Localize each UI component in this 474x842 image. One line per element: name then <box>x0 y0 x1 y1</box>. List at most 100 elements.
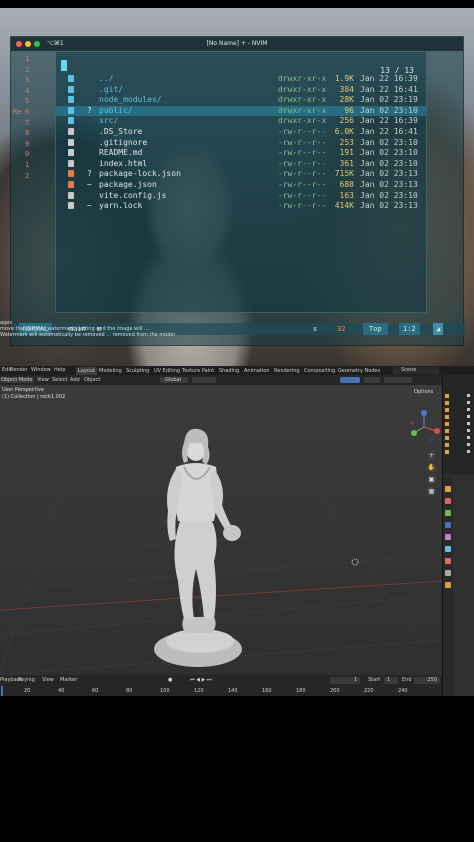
menu-help[interactable]: Help <box>54 366 65 375</box>
explorer-row[interactable]: index.html -rw-r--r-- 361 Jan 02 23:10 <box>56 159 426 169</box>
menu-render[interactable]: Render <box>10 366 28 375</box>
property-tab-icon[interactable] <box>445 510 451 516</box>
property-tab-icon[interactable] <box>445 522 451 528</box>
timeline-editor[interactable]: Playback Keying View Marker ● ⏮ ◀ ▶ ⏭ 1 … <box>0 675 442 696</box>
file-permissions: -rw-r--r-- <box>278 137 327 147</box>
shading-modes-icon[interactable] <box>384 377 412 383</box>
options-button[interactable]: Options <box>414 389 433 395</box>
mode-dropdown[interactable]: Object Mode <box>1 375 33 385</box>
properties-panel[interactable] <box>442 476 474 696</box>
property-tab-icon[interactable] <box>445 570 451 576</box>
visibility-icon[interactable] <box>467 422 470 425</box>
start-frame-field[interactable]: 1 <box>384 677 398 684</box>
outliner-row[interactable] <box>445 393 473 399</box>
property-tab-icon[interactable] <box>445 546 451 552</box>
frame-tick-label: 200 <box>330 688 340 694</box>
explorer-row[interactable]: node_modules/drwxr-xr-x 28K Jan 02 23:19 <box>56 95 426 105</box>
visibility-icon[interactable] <box>467 394 470 397</box>
menu-add[interactable]: Add <box>70 375 80 385</box>
tab-layout[interactable]: Layout <box>76 367 97 375</box>
explorer-row[interactable]: .DS_Store -rw-r--r-- 6.0K Jan 22 16:41 <box>56 127 426 137</box>
explorer-row[interactable]: ? public/drwxr-xr-x 96 Jan 02 23:10 <box>56 105 426 116</box>
visibility-icon[interactable] <box>467 429 470 432</box>
property-tab-icon[interactable] <box>445 486 451 492</box>
property-tab-icon[interactable] <box>445 558 451 564</box>
statue-model[interactable] <box>140 421 260 671</box>
pan-hand-icon[interactable]: ✋ <box>427 463 436 472</box>
tab-animation[interactable]: Animation <box>242 367 272 375</box>
camera-icon[interactable]: ▣ <box>427 475 436 484</box>
grid-icon[interactable]: ▦ <box>427 487 436 496</box>
explorer-row[interactable]: vite.config.js -rw-r--r-- 163 Jan 02 23:10 <box>56 191 426 201</box>
tab-sculpting[interactable]: Sculpting <box>124 367 151 375</box>
outliner-row[interactable] <box>445 414 473 420</box>
explorer-row[interactable]: ? package-lock.json -rw-r--r-- 715K Jan 02 2… <box>56 169 426 179</box>
overlay-toggle-icon[interactable] <box>340 377 360 383</box>
visibility-icon[interactable] <box>467 415 470 418</box>
terminal-titlebar[interactable]: ⌥⌘1 [No Name] + - NVIM <box>11 37 463 51</box>
outliner-row[interactable] <box>445 442 473 448</box>
viewport-info: User Perspective (1) Collection | rock1.… <box>2 387 65 401</box>
3d-viewport[interactable]: User Perspective (1) Collection | rock1.… <box>0 385 442 675</box>
explorer-row[interactable]: .gitignore -rw-r--r-- 253 Jan 02 23:10 <box>56 138 426 148</box>
menu-window[interactable]: Window <box>31 366 51 375</box>
tab-compositing[interactable]: Compositing <box>302 367 337 375</box>
tab-uv-editing[interactable]: UV Editing <box>152 367 182 375</box>
blender-window[interactable]: Edit Render Window Help Layout Modeling … <box>0 366 474 696</box>
menu-keying[interactable]: Keying <box>18 676 35 685</box>
explorer-row[interactable]: README.md -rw-r--r-- 191 Jan 02 23:10 <box>56 148 426 158</box>
tab-geometry-nodes[interactable]: Geometry Nodes <box>336 367 382 375</box>
outliner-row[interactable] <box>445 421 473 427</box>
zoom-icon[interactable]: + <box>427 451 436 460</box>
file-permissions: drwxr-xr-x <box>278 95 327 105</box>
menu-marker[interactable]: Marker <box>60 676 77 685</box>
menu-select[interactable]: Select <box>52 375 67 385</box>
outliner-panel[interactable] <box>442 375 474 475</box>
playback-controls-icon[interactable]: ⏮ ◀ ▶ ⏭ <box>190 676 211 685</box>
property-tab-icon[interactable] <box>445 534 451 540</box>
navigation-gizmo-icon[interactable] <box>404 407 442 447</box>
file-explorer-popup[interactable]: 13 / 13 ../drwxr-xr-x 1.9K Jan 22 16:39 .gi… <box>55 51 427 313</box>
file-icon <box>68 181 74 188</box>
line-number: 2 <box>25 171 30 180</box>
property-tab-icon[interactable] <box>445 582 451 588</box>
frame-ruler[interactable]: 20 40 60 80 100 120 140 160 180 200 220 240 <box>0 686 442 696</box>
outliner-row[interactable] <box>445 435 473 441</box>
pivot-icons[interactable] <box>192 377 216 383</box>
tab-rendering[interactable]: Rendering <box>272 367 302 375</box>
orientation-dropdown[interactable]: Global <box>165 375 181 385</box>
explorer-row[interactable]: .git/drwxr-xr-x 384 Jan 22 16:41 <box>56 85 426 95</box>
menu-view[interactable]: View <box>42 676 54 685</box>
explorer-row[interactable]: ~ package.json -rw-r--r-- 688 Jan 02 23:13 <box>56 180 426 190</box>
tab-shading[interactable]: Shading <box>217 367 241 375</box>
visibility-icon[interactable] <box>467 401 470 404</box>
visibility-icon[interactable] <box>467 450 470 453</box>
visibility-icon[interactable] <box>467 436 470 439</box>
visibility-icon[interactable] <box>467 443 470 446</box>
end-frame-field[interactable]: 250 <box>414 677 440 684</box>
explorer-row[interactable]: ~ yarn.lock -rw-r--r-- 414K Jan 02 23:13 <box>56 201 426 211</box>
tab-texture-paint[interactable]: Texture Paint <box>180 367 216 375</box>
current-frame-field[interactable]: 1 <box>330 677 360 684</box>
outliner-row[interactable] <box>445 407 473 413</box>
outliner-row[interactable] <box>445 400 473 406</box>
explorer-row[interactable]: src/drwxr-xr-x 256 Jan 22 16:39 <box>56 116 426 126</box>
playhead[interactable] <box>1 686 3 696</box>
record-icon[interactable]: ● <box>168 676 172 685</box>
outliner-row[interactable] <box>445 428 473 434</box>
file-name: node_modules/ <box>99 95 162 105</box>
outliner-row[interactable] <box>445 449 473 455</box>
terminal-window[interactable]: ⌥⌘1 [No Name] + - NVIM 1 2 3 4 5 6 7 8 9 0 1 2 Re 1 3… <box>10 36 465 346</box>
file-name: vite.config.js <box>99 190 167 200</box>
menu-object[interactable]: Object <box>84 375 100 385</box>
file-name: index.html <box>99 158 148 168</box>
visibility-icon[interactable] <box>467 408 470 411</box>
git-status-mark: ? <box>87 105 92 115</box>
file-date: Jan 02 23:10 <box>360 158 418 168</box>
xray-icon[interactable] <box>364 377 380 383</box>
scene-selector[interactable]: Scene <box>393 367 439 374</box>
tab-modeling[interactable]: Modeling <box>97 367 124 375</box>
property-tab-icon[interactable] <box>445 498 451 504</box>
explorer-row[interactable]: ../ drwxr-xr-x 1.9K Jan 22 16:39 <box>56 74 426 84</box>
menu-view[interactable]: View <box>37 375 49 385</box>
